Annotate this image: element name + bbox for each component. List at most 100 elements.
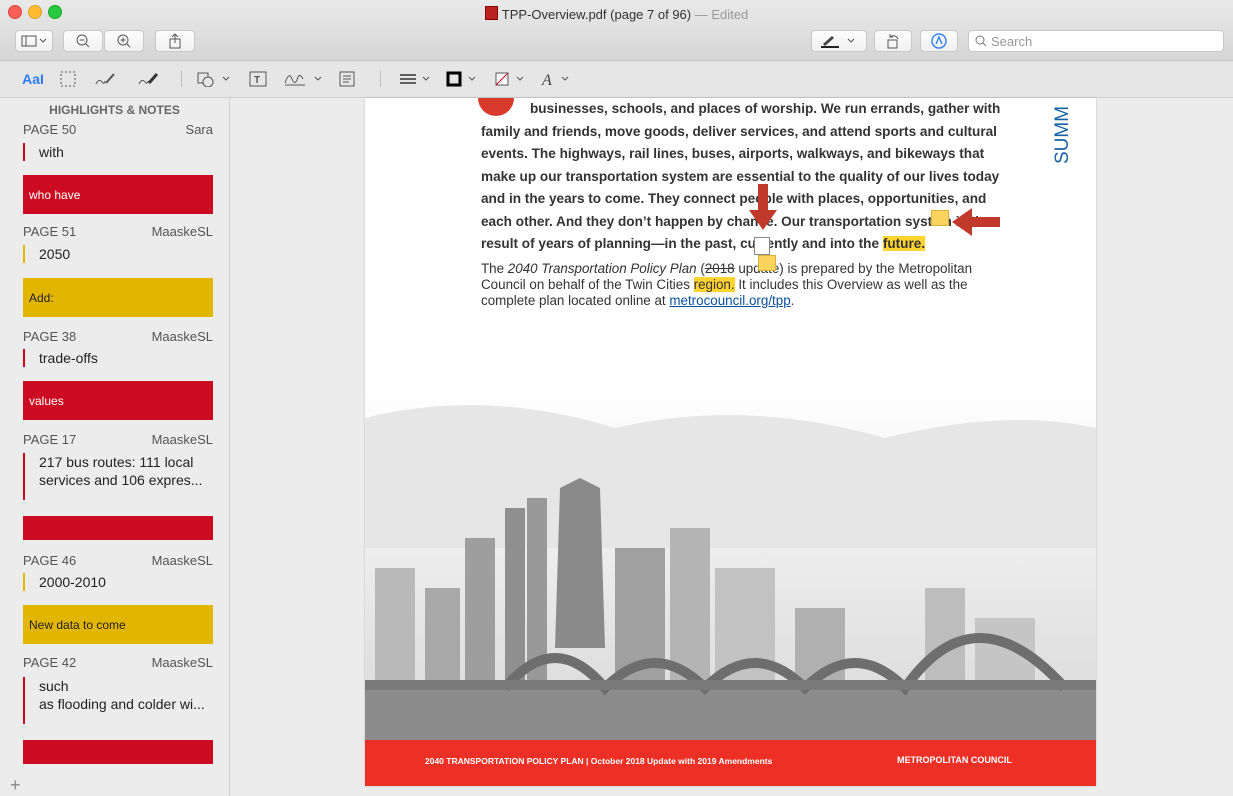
fill-color-menu[interactable] <box>494 69 530 89</box>
rotate-button[interactable] <box>874 30 912 52</box>
edited-status: — Edited <box>694 7 749 22</box>
border-color-icon <box>446 71 476 87</box>
zoom-out-button[interactable] <box>63 30 103 52</box>
highlight-excerpt[interactable]: 217 bus routes: 111 local services and 1… <box>23 453 213 500</box>
text-style-menu[interactable]: A <box>540 69 576 89</box>
share-icon <box>169 33 181 49</box>
page-indicator: (page 7 of 96) <box>610 7 692 22</box>
text-selection-tool[interactable]: AaI <box>18 69 48 89</box>
add-note-button[interactable]: + <box>10 775 21 796</box>
highlight-excerpt[interactable]: such as flooding and colder wi... <box>23 677 213 724</box>
draw-tool[interactable] <box>134 69 162 89</box>
rectangular-selection-tool[interactable] <box>58 69 78 89</box>
note-header[interactable]: PAGE 50 Sara <box>23 122 213 137</box>
text-line: each other. And they don’t happen by cha… <box>481 213 992 229</box>
share-button[interactable] <box>155 30 195 52</box>
note-author: MaaskeSL <box>151 329 213 344</box>
search-field[interactable]: Search <box>968 30 1224 52</box>
note-header[interactable]: PAGE 42 MaaskeSL <box>23 655 213 670</box>
note-header[interactable]: PAGE 51 MaaskeSL <box>23 224 213 239</box>
pdf-page[interactable]: SUMM businesses, schools, and places of … <box>365 98 1096 786</box>
sketch-tool[interactable] <box>92 69 118 89</box>
highlight-button[interactable] <box>811 30 867 52</box>
text-line: family and friends, move goods, deliver … <box>481 123 997 139</box>
caret-annotation-box[interactable] <box>754 237 770 255</box>
note-page: PAGE 50 <box>23 122 77 137</box>
draw-icon <box>138 73 159 85</box>
city-skyline-image <box>365 388 1096 740</box>
plan-title: 2040 Transportation Policy Plan <box>507 260 697 276</box>
text-line: and in the years to come. They connect p… <box>481 191 987 206</box>
plan-paragraph[interactable]: The 2040 Transportation Policy Plan (201… <box>481 261 1001 309</box>
text-run: complete plan located online at <box>481 292 670 308</box>
note-header[interactable]: PAGE 46 MaaskeSL <box>23 553 213 568</box>
page-text[interactable]: businesses, schools, and places of worsh… <box>481 98 1001 309</box>
text-run: The <box>481 260 508 276</box>
note-comment[interactable]: who have <box>23 175 213 214</box>
highlight-excerpt[interactable]: 2000-2010 <box>23 573 213 591</box>
intro-paragraph[interactable]: businesses, schools, and places of worsh… <box>481 98 1001 256</box>
highlighted-word-region[interactable]: region. <box>693 276 735 292</box>
sidebar-toggle-button[interactable] <box>15 30 53 52</box>
footer-org-name: METROPOLITAN COUNCIL <box>897 755 1012 765</box>
note-icon <box>339 71 355 87</box>
line-style-menu[interactable] <box>398 69 434 89</box>
border-color-menu[interactable] <box>446 69 482 89</box>
document-filename: TPP-Overview.pdf <box>501 7 607 22</box>
zoom-in-icon <box>117 34 131 48</box>
sidebar-icon <box>21 35 47 47</box>
note-comment[interactable]: values <box>23 381 213 420</box>
shapes-tool[interactable] <box>197 69 235 89</box>
excerpt-line: as flooding and colder wi... <box>39 696 205 712</box>
highlight-excerpt[interactable]: 2050 <box>23 245 213 263</box>
highlighter-pen-icon <box>821 36 855 48</box>
sign-tool[interactable] <box>283 69 327 89</box>
highlight-excerpt[interactable]: with <box>23 143 213 161</box>
left-arrow-annotation <box>952 208 1000 236</box>
note-annotation-icon[interactable] <box>758 255 776 271</box>
excerpt-line: services and 106 expres... <box>39 472 203 488</box>
note-author: MaaskeSL <box>151 655 213 670</box>
text-box-icon: T <box>249 71 267 87</box>
line-style-icon <box>400 74 430 84</box>
note-page: PAGE 46 <box>23 553 77 568</box>
note-tool[interactable] <box>337 69 357 89</box>
sketch-icon <box>95 73 115 85</box>
struck-year[interactable]: 2018 <box>705 261 735 276</box>
note-comment[interactable]: New data to come <box>23 605 213 644</box>
markup-pen-circle-icon <box>931 33 947 49</box>
down-arrow-annotation <box>749 184 777 230</box>
toolbar-divider <box>181 71 182 87</box>
note-page: PAGE 38 <box>23 329 77 344</box>
search-icon <box>975 35 987 47</box>
note-comment[interactable] <box>23 740 213 764</box>
note-author: MaaskeSL <box>151 553 213 568</box>
text-line: make up our transportation system are es… <box>481 168 1000 184</box>
text-box-tool[interactable]: T <box>247 69 269 89</box>
note-comment[interactable] <box>23 516 213 540</box>
highlighted-word-future[interactable]: future. <box>882 236 926 251</box>
highlights-notes-sidebar: HIGHLIGHTS & NOTES PAGE 50 Sara with who… <box>0 98 230 796</box>
zoom-out-icon <box>76 34 90 48</box>
rectangle-select-icon <box>60 71 76 87</box>
note-annotation-icon[interactable] <box>931 210 949 226</box>
toolbar-divider <box>380 71 381 87</box>
page-footer: 2040 TRANSPORTATION POLICY PLAN | Octobe… <box>365 740 1096 786</box>
note-header[interactable]: PAGE 38 MaaskeSL <box>23 329 213 344</box>
zoom-in-button[interactable] <box>104 30 144 52</box>
side-heading: SUMM <box>1052 105 1073 164</box>
note-comment[interactable]: Add: <box>23 278 213 317</box>
text-run: It includes this Overview as well as the <box>734 276 968 292</box>
note-page: PAGE 51 <box>23 224 77 239</box>
note-header[interactable]: PAGE 17 MaaskeSL <box>23 432 213 447</box>
search-placeholder: Search <box>991 33 1033 49</box>
rotate-icon <box>887 34 899 49</box>
window-titlebar: TPP-Overview.pdf (page 7 of 96) — Edited… <box>0 0 1233 61</box>
excerpt-line: 217 bus routes: 111 local <box>39 454 194 470</box>
metrocouncil-link[interactable]: metrocouncil.org/tpp <box>669 293 790 308</box>
highlight-excerpt[interactable]: trade-offs <box>23 349 213 367</box>
document-viewer[interactable]: SUMM businesses, schools, and places of … <box>230 98 1233 796</box>
markup-toggle-button[interactable] <box>920 30 958 52</box>
note-page: PAGE 42 <box>23 655 77 670</box>
shapes-icon <box>197 72 230 87</box>
